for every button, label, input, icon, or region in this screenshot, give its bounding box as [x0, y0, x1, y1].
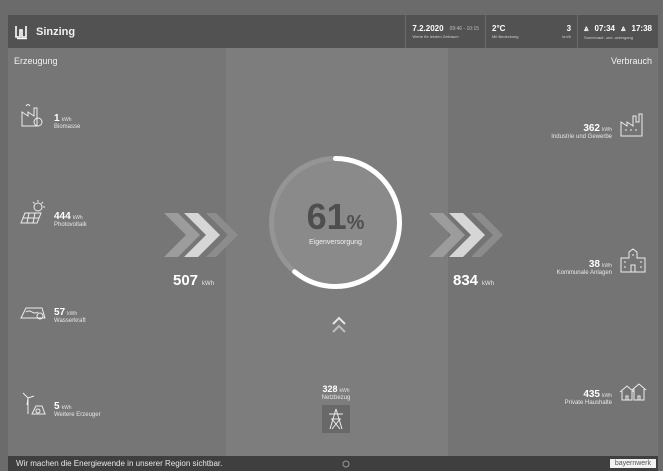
- sunset-time: 17:38: [631, 23, 652, 33]
- municipal-value: 38: [588, 259, 600, 270]
- weather-subtitle: Mit Bedeckung: [492, 34, 519, 39]
- date-value: 7.2.2020: [412, 24, 444, 33]
- generation-total: 507 kWh: [173, 272, 214, 289]
- top-bar: Sinzing 7.2.2020 09:46 - 10:15 Werte für …: [8, 15, 658, 48]
- sun-subtitle: Sonnenauf- und -untergang: [584, 34, 633, 40]
- chevron-up-icon: [332, 324, 346, 333]
- industry-unit: kWh: [602, 127, 612, 133]
- source-biomass: 1 kWh Biomasse: [18, 100, 80, 130]
- industry-value: 362: [583, 123, 600, 134]
- percent-number: 61: [306, 196, 347, 237]
- households-unit: kWh: [602, 393, 612, 399]
- consumer-municipal: 38 kWh Kommunale Anlagen: [557, 246, 648, 276]
- date-box: 7.2.2020 09:46 - 10:15 Werte für letzten …: [405, 15, 485, 48]
- consumer-industry: 362 kWh Industrie und Gewerbe: [551, 110, 648, 140]
- status-info: 7.2.2020 09:46 - 10:15 Werte für letzten …: [405, 15, 658, 48]
- weather-box: 2°C 3 Mit Bedeckung km/h: [485, 15, 577, 48]
- municipal-label: Kommunale Anlagen: [556, 270, 612, 276]
- biomass-icon: [21, 104, 43, 127]
- date-time-range: 09:46 - 10:15: [449, 25, 480, 32]
- hydropower-value: 57: [54, 307, 66, 318]
- sun-box: ⩓ 07:34 ⩓ 17:38 Sonnenauf- und -untergang: [577, 15, 658, 48]
- consumption-total: 834 kWh: [453, 272, 494, 289]
- app-title: Sinzing: [36, 25, 76, 38]
- town-logo-icon: [15, 25, 27, 39]
- footer: Wir machen die Energiewende in unserer R…: [8, 456, 658, 471]
- footer-slogan: Wir machen die Energiewende in unserer R…: [16, 459, 223, 468]
- sunrise-icon: ⩓: [584, 23, 589, 33]
- generation-heading: Erzeugung: [14, 56, 58, 66]
- self-supply-label: Eigenversorgung: [309, 239, 362, 246]
- industry-icon: [620, 113, 643, 137]
- generation-total-value: 507: [173, 272, 199, 289]
- source-photovoltaic: 444 kWh Photovoltaik: [18, 198, 87, 228]
- biomass-value: 1: [54, 113, 60, 124]
- grid-label: Netzbezug: [321, 395, 351, 401]
- grid-flow-arrows: [332, 316, 346, 333]
- hydropower-label: Wasserkraft: [54, 318, 86, 324]
- self-supply-percent: 61%: [307, 199, 365, 235]
- municipal-unit: kWh: [602, 263, 612, 269]
- other-producers-value: 5: [54, 401, 60, 412]
- municipal-icon: [620, 248, 646, 273]
- consumption-heading: Verbrauch: [610, 56, 652, 66]
- grid-value: 328: [322, 384, 338, 394]
- photovoltaic-icon: [20, 200, 45, 224]
- date-subtitle: Werte für letzten Zeitraum: [412, 34, 459, 39]
- households-icon: [619, 383, 647, 401]
- industry-label: Industrie und Gewerbe: [551, 134, 612, 140]
- other-producers-icon: [22, 392, 46, 415]
- gauge-label: 61% Eigenversorgung: [263, 150, 408, 295]
- bayernwerk-logo: bayernwerk: [609, 459, 656, 468]
- hydropower-unit: kWh: [67, 311, 78, 317]
- power-pylon-icon: [322, 405, 350, 433]
- wind-value: 3: [566, 24, 572, 33]
- consumption-total-value: 834: [453, 272, 479, 289]
- grid-unit: kWh: [339, 388, 350, 394]
- households-label: Private Haushalte: [564, 400, 612, 406]
- biomass-unit: kWh: [61, 117, 72, 123]
- hydropower-icon: [20, 307, 46, 320]
- consumption-flow-arrows: [429, 213, 503, 257]
- wind-unit: km/h: [562, 34, 572, 39]
- consumption-total-unit: kWh: [482, 281, 495, 287]
- grid-import: 328 kWh Netzbezug: [301, 384, 371, 433]
- other-producers-label: Weitere Erzeuger: [54, 412, 101, 418]
- brand: Sinzing: [8, 24, 75, 40]
- biomass-label: Biomasse: [54, 124, 81, 130]
- source-other: 5 kWh Weitere Erzeuger: [18, 388, 101, 418]
- photovoltaic-label: Photovoltaik: [54, 222, 87, 228]
- footer-indicator-icon: [342, 460, 350, 468]
- sunrise-time: 07:34: [594, 23, 616, 33]
- consumer-households: 435 kWh Private Haushalte: [565, 376, 648, 406]
- photovoltaic-unit: kWh: [72, 215, 83, 221]
- source-hydropower: 57 kWh Wasserkraft: [18, 294, 86, 324]
- percent-sign: %: [346, 212, 365, 234]
- sunset-icon: ⩓: [621, 23, 626, 33]
- photovoltaic-value: 444: [54, 211, 71, 222]
- other-producers-unit: kWh: [61, 405, 72, 411]
- chevron-up-icon: [332, 316, 346, 325]
- households-value: 435: [583, 389, 600, 400]
- generation-total-unit: kWh: [202, 281, 215, 287]
- generation-flow-arrows: [164, 213, 238, 257]
- weather-temp: 2°C: [492, 24, 506, 33]
